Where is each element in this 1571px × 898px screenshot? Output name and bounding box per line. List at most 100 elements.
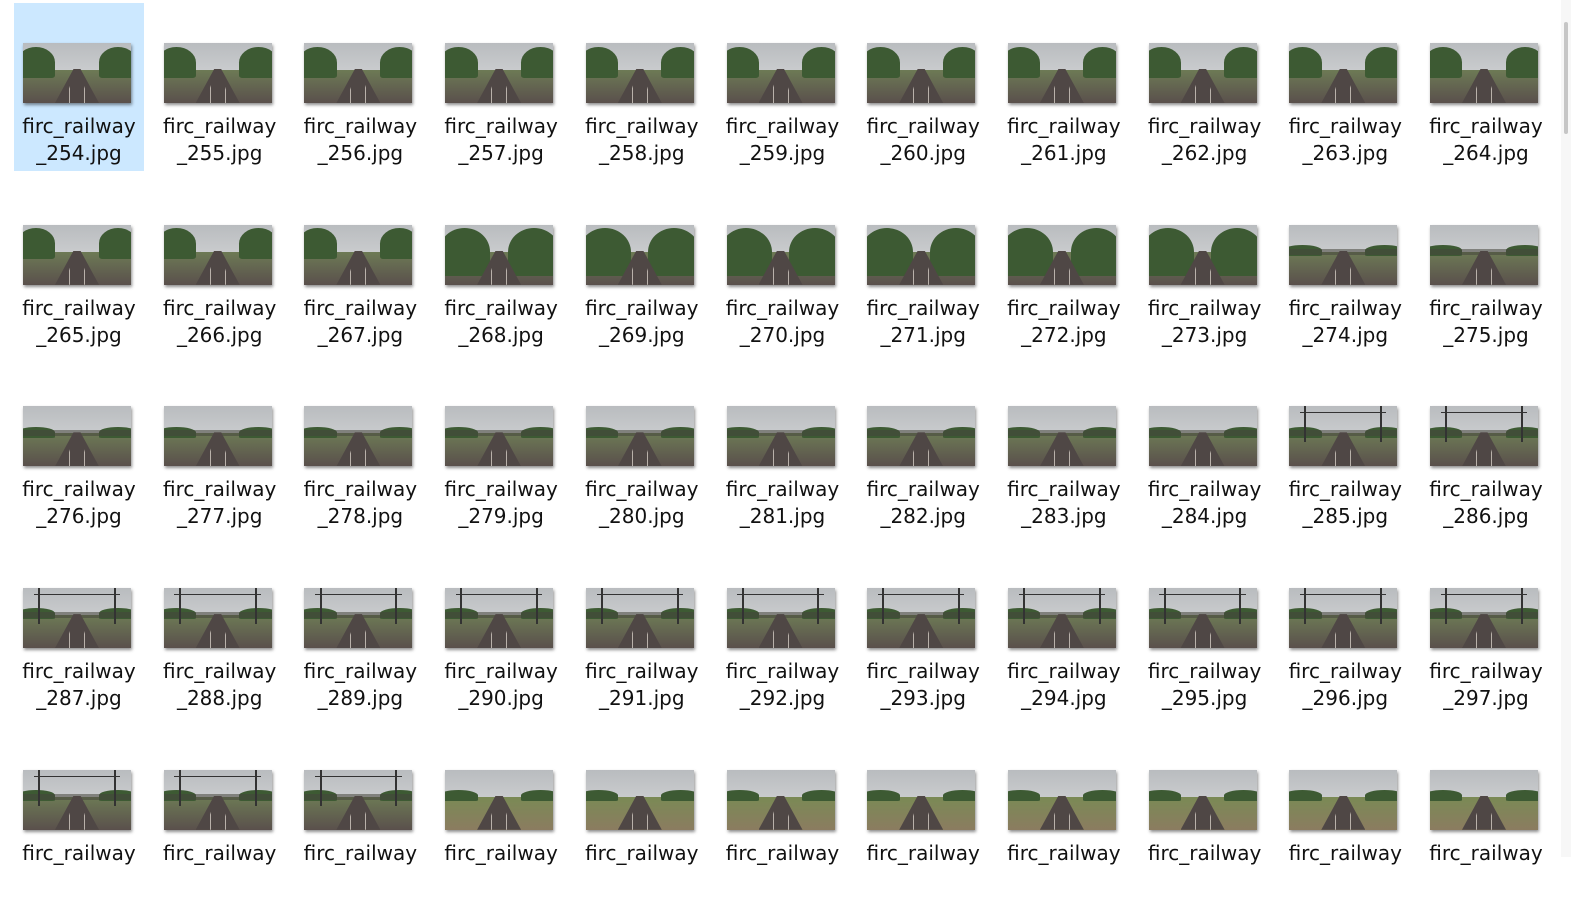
scrollbar-thumb[interactable] <box>1564 22 1568 134</box>
file-item[interactable]: firc_railway _294.jpg <box>999 548 1129 716</box>
file-item[interactable]: firc_railway _297.jpg <box>1421 548 1551 716</box>
file-item[interactable]: firc_railway _270.jpg <box>718 185 848 353</box>
file-item[interactable]: firc_railway _284.jpg <box>1140 366 1270 534</box>
file-item[interactable]: firc_railway <box>14 730 144 898</box>
image-thumbnail <box>1148 588 1257 649</box>
file-item[interactable]: firc_railway _286.jpg <box>1421 366 1551 534</box>
file-item[interactable]: firc_railway _268.jpg <box>436 185 566 353</box>
file-name-line2: _257.jpg <box>458 141 544 165</box>
file-item[interactable]: firc_railway _266.jpg <box>155 185 285 353</box>
file-item[interactable]: firc_railway _279.jpg <box>436 366 566 534</box>
file-name-line1: firc_railway <box>162 477 277 502</box>
file-name-line1: firc_railway <box>725 840 840 865</box>
file-item[interactable]: firc_railway <box>858 730 988 898</box>
file-item[interactable]: firc_railway _259.jpg <box>718 3 848 171</box>
image-thumbnail <box>867 588 976 649</box>
file-name-line2: _292.jpg <box>739 686 826 711</box>
file-name: firc_railway _279.jpg <box>436 476 566 530</box>
file-name: firc_railway _266.jpg <box>155 295 285 349</box>
file-item[interactable]: firc_railway _277.jpg <box>155 366 285 534</box>
file-name-line2: _272.jpg <box>1021 322 1107 347</box>
file-item[interactable]: firc_railway <box>436 730 566 898</box>
file-item[interactable]: firc_railway <box>155 730 285 898</box>
file-item[interactable]: firc_railway _265.jpg <box>14 185 144 353</box>
file-name: firc_railway _294.jpg <box>999 658 1129 712</box>
file-item[interactable]: firc_railway _282.jpg <box>858 366 988 534</box>
file-name: firc_railway _275.jpg <box>1421 295 1551 349</box>
image-thumbnail <box>867 43 976 103</box>
file-item[interactable]: firc_railway _293.jpg <box>858 548 988 716</box>
file-name-line2: _287.jpg <box>36 686 122 711</box>
file-name-line1: firc_railway <box>444 659 558 684</box>
vertical-scrollbar[interactable] <box>1561 0 1571 857</box>
file-name-line1: firc_railway <box>1007 477 1121 502</box>
file-item[interactable]: firc_railway _292.jpg <box>718 548 848 716</box>
file-item[interactable]: firc_railway _261.jpg <box>999 3 1129 171</box>
file-name: firc_railway <box>718 840 848 867</box>
file-item[interactable]: firc_railway _272.jpg <box>999 185 1129 353</box>
file-item[interactable]: firc_railway _274.jpg <box>1280 185 1410 353</box>
file-name: firc_railway _281.jpg <box>718 476 848 530</box>
file-name-line1: firc_railway <box>866 295 980 320</box>
file-name-line2: _271.jpg <box>880 322 966 347</box>
file-name-line1: firc_railway <box>585 295 699 320</box>
file-item[interactable]: firc_railway _273.jpg <box>1140 185 1270 353</box>
file-name-line2: _258.jpg <box>599 141 685 165</box>
file-name-line1: firc_railway <box>444 114 558 138</box>
file-item[interactable]: firc_railway <box>295 730 425 898</box>
file-name-line1: firc_railway <box>162 295 277 320</box>
file-item[interactable]: firc_railway <box>577 730 707 898</box>
file-name: firc_railway _274.jpg <box>1280 295 1410 349</box>
file-item[interactable]: firc_railway _267.jpg <box>295 185 425 353</box>
file-name: firc_railway _260.jpg <box>858 113 988 167</box>
file-name: firc_railway <box>1140 840 1270 867</box>
file-name-line1: firc_railway <box>1429 295 1543 320</box>
file-name: firc_railway _278.jpg <box>295 476 425 530</box>
file-item[interactable]: firc_railway <box>718 730 848 898</box>
file-item[interactable]: firc_railway _276.jpg <box>14 366 144 534</box>
file-item[interactable]: firc_railway _281.jpg <box>718 366 848 534</box>
file-item[interactable]: firc_railway _285.jpg <box>1280 366 1410 534</box>
file-item[interactable]: firc_railway _278.jpg <box>295 366 425 534</box>
file-item[interactable]: firc_railway _257.jpg <box>436 3 566 171</box>
image-thumbnail <box>726 43 835 103</box>
file-item[interactable]: firc_railway _263.jpg <box>1280 3 1410 171</box>
file-item[interactable]: firc_railway _255.jpg <box>155 3 285 171</box>
image-thumbnail <box>1289 588 1398 649</box>
file-item[interactable]: firc_railway _288.jpg <box>155 548 285 716</box>
image-thumbnail <box>163 224 272 285</box>
file-item[interactable]: firc_railway _254.jpg <box>14 3 144 171</box>
file-item[interactable]: firc_railway _291.jpg <box>577 548 707 716</box>
file-item[interactable]: firc_railway _280.jpg <box>577 366 707 534</box>
file-item[interactable]: firc_railway <box>999 730 1129 898</box>
file-item[interactable]: firc_railway _256.jpg <box>295 3 425 171</box>
file-item[interactable]: firc_railway <box>1280 730 1410 898</box>
file-item[interactable]: firc_railway <box>1421 730 1551 898</box>
file-name-line2: _274.jpg <box>1302 322 1389 347</box>
file-item[interactable]: firc_railway _271.jpg <box>858 185 988 353</box>
file-name: firc_railway _284.jpg <box>1140 476 1270 530</box>
file-name: firc_railway _289.jpg <box>295 658 425 712</box>
file-name: firc_railway <box>577 840 707 867</box>
file-item[interactable]: firc_railway _260.jpg <box>858 3 988 171</box>
file-item[interactable]: firc_railway _283.jpg <box>999 366 1129 534</box>
file-item[interactable]: firc_railway _262.jpg <box>1140 3 1270 171</box>
image-thumbnail <box>23 406 131 467</box>
image-thumbnail <box>1007 406 1116 467</box>
file-name-line1: firc_railway <box>303 477 418 502</box>
file-name: firc_railway _257.jpg <box>436 113 566 167</box>
image-thumbnail <box>1430 588 1538 649</box>
file-item[interactable]: firc_railway _290.jpg <box>436 548 566 716</box>
file-item[interactable]: firc_railway _269.jpg <box>577 185 707 353</box>
file-name-line1: firc_railway <box>866 840 980 865</box>
file-item[interactable]: firc_railway _295.jpg <box>1140 548 1270 716</box>
file-item[interactable]: firc_railway _289.jpg <box>295 548 425 716</box>
file-item[interactable]: firc_railway _258.jpg <box>577 3 707 171</box>
file-name: firc_railway _265.jpg <box>14 295 144 349</box>
image-thumbnail <box>163 43 272 103</box>
file-item[interactable]: firc_railway <box>1140 730 1270 898</box>
file-item[interactable]: firc_railway _287.jpg <box>14 548 144 716</box>
file-item[interactable]: firc_railway _296.jpg <box>1280 548 1410 716</box>
file-item[interactable]: firc_railway _275.jpg <box>1421 185 1551 353</box>
file-item[interactable]: firc_railway _264.jpg <box>1421 3 1551 171</box>
